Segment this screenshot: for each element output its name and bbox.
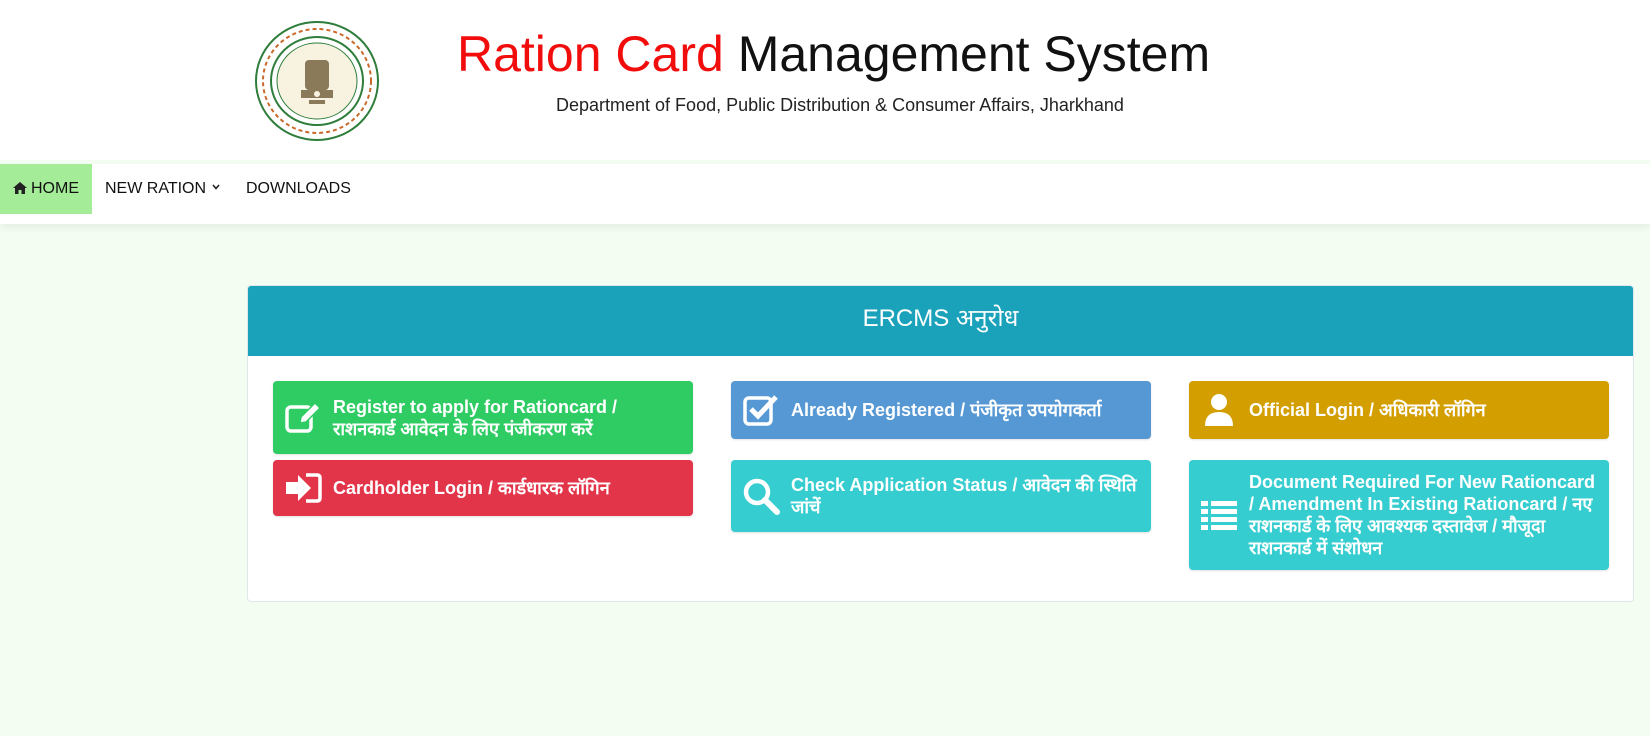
official-login-tile-label: Official Login / अधिकारी लॉगिन: [1249, 400, 1486, 420]
list-icon: [1199, 495, 1239, 535]
cardholder-login-tile-label: Cardholder Login / कार्डधारक लॉगिन: [333, 478, 610, 498]
search-icon: [741, 476, 781, 516]
site-header: Ration Card Management System Department…: [0, 0, 1650, 160]
nav-new-ration-label: NEW RATION: [105, 180, 207, 197]
main-navbar: HOME NEW RATION DOWNLOADS: [0, 164, 1650, 224]
chevron-down-icon: [212, 184, 220, 190]
edit-icon: [283, 398, 323, 438]
nav-home-label: HOME: [31, 180, 79, 197]
register-tile-label: Register to apply for Rationcard / राशनक…: [333, 396, 618, 439]
nav-new-ration[interactable]: NEW RATION: [105, 164, 220, 214]
ercms-panel: ERCMS अनुरोध Register to apply for Ratio…: [247, 285, 1634, 602]
check-status-tile[interactable]: Check Application Status / आवेदन की स्थि…: [731, 460, 1151, 532]
documents-required-tile[interactable]: Document Required For New Rationcard / A…: [1189, 460, 1609, 570]
title-highlight: Ration Card: [457, 26, 724, 82]
jharkhand-government-seal: [255, 21, 379, 141]
user-icon: [1199, 390, 1239, 430]
title-rest: Management System: [723, 26, 1211, 82]
already-registered-tile-label: Already Registered / पंजीकृत उपयोगकर्ता: [791, 400, 1102, 420]
sign-in-icon: [283, 468, 323, 508]
register-tile[interactable]: Register to apply for Rationcard / राशनक…: [273, 381, 693, 454]
nav-downloads-label: DOWNLOADS: [246, 180, 351, 197]
check-square-icon: [741, 390, 781, 430]
nav-home[interactable]: HOME: [0, 164, 92, 214]
check-status-tile-label: Check Application Status / आवेदन की स्थि…: [791, 475, 1137, 517]
cardholder-login-tile[interactable]: Cardholder Login / कार्डधारक लॉगिन: [273, 460, 693, 516]
page-subtitle: Department of Food, Public Distribution …: [556, 95, 1124, 115]
nav-downloads[interactable]: DOWNLOADS: [246, 164, 351, 214]
official-login-tile[interactable]: Official Login / अधिकारी लॉगिन: [1189, 381, 1609, 439]
documents-required-tile-label: Document Required For New Rationcard / A…: [1249, 472, 1596, 558]
home-icon: [13, 182, 27, 194]
page-title: Ration Card Management System: [457, 24, 1210, 84]
already-registered-tile[interactable]: Already Registered / पंजीकृत उपयोगकर्ता: [731, 381, 1151, 439]
panel-title: ERCMS अनुरोध: [248, 286, 1633, 356]
